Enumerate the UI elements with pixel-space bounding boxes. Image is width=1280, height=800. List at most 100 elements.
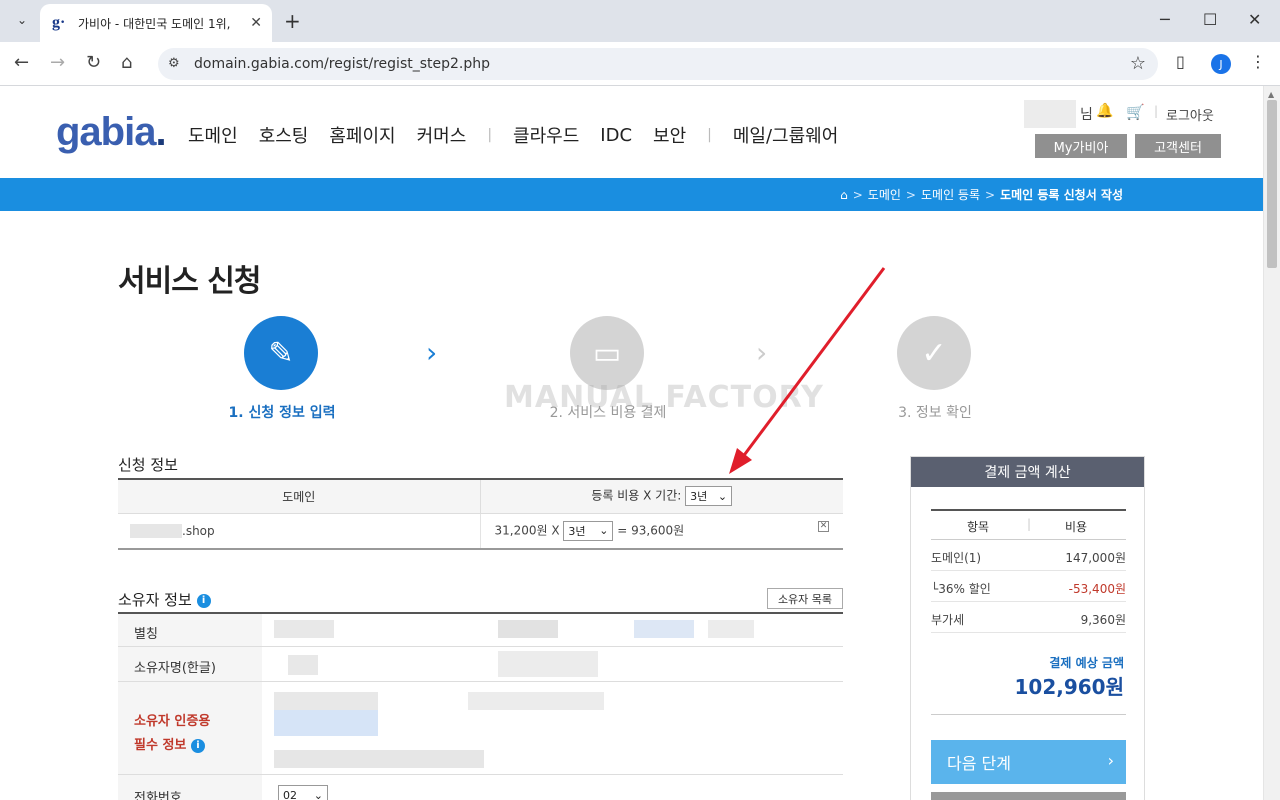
payment-calc-panel: 결제 금액 계산 항목 | 비용 도메인(1) 147,000원 └36% 할인… (910, 456, 1145, 800)
page-scrollbar[interactable]: ▲ (1263, 86, 1280, 800)
logout-link[interactable]: 로그아웃 (1166, 105, 1214, 124)
step1-form-icon: ✎ (244, 316, 318, 390)
gabia-logo[interactable]: gabia. (56, 110, 167, 155)
user-suffix: 님 (1080, 107, 1093, 123)
home-icon[interactable]: ⌂ (121, 52, 132, 73)
browser-tab[interactable]: g· 가비아 - 대한민국 도메인 1위, ✕ (40, 4, 272, 42)
side-panel-icon[interactable]: ▯ (1176, 52, 1185, 71)
calc-item-value: 147,000원 (1065, 551, 1126, 565)
breadcrumb-current: 도메인 등록 신청서 작성 (1000, 188, 1123, 202)
period-select[interactable]: 3년 ⌄ (563, 520, 614, 541)
reload-icon[interactable]: ↻ (86, 52, 101, 73)
nav-homepage[interactable]: 홈페이지 (329, 122, 395, 148)
util-divider: | (1154, 104, 1159, 118)
nav-domain[interactable]: 도메인 (188, 122, 238, 148)
gabia-favicon-icon: g· (52, 14, 66, 31)
total-label: 결제 예상 금액 (1049, 656, 1124, 670)
auth-blurred (274, 710, 378, 736)
maximize-icon[interactable]: ☐ (1203, 10, 1217, 29)
annotation-arrow-head (729, 448, 752, 474)
profile-avatar[interactable]: J (1211, 54, 1231, 74)
info-icon[interactable]: i (190, 738, 205, 753)
calc-divider (931, 714, 1126, 715)
url-text[interactable]: domain.gabia.com/regist/regist_step2.php (194, 56, 490, 72)
nav-idc[interactable]: IDC (600, 125, 632, 146)
close-window-icon[interactable]: ✕ (1248, 10, 1261, 29)
calc-header-row: 항목 | 비용 (931, 509, 1126, 540)
breadcrumb-separator: > (905, 187, 916, 202)
my-gabia-button[interactable]: My가비아 (1035, 134, 1127, 158)
step1-label: 1. 신청 정보 입력 (228, 405, 336, 421)
tab-title: 가비아 - 대한민국 도메인 1위, (78, 16, 231, 31)
menu-kebab-icon[interactable]: ⋮ (1250, 52, 1266, 71)
browser-toolbar: ← → ↻ ⌂ ⚙ domain.gabia.com/regist/regist… (0, 42, 1280, 86)
next-step-button[interactable]: 다음 단계 › (931, 740, 1126, 784)
nav-divider: | (707, 127, 712, 143)
info-icon[interactable]: i (196, 593, 211, 608)
close-tab-icon[interactable]: ✕ (250, 15, 262, 31)
chevron-down-icon: ⌄ (599, 524, 609, 538)
address-bar[interactable]: ⚙ domain.gabia.com/regist/regist_step2.p… (158, 48, 1158, 80)
breadcrumb-separator: > (852, 187, 863, 202)
col-fee-label: 등록 비용 X 기간: (591, 488, 682, 503)
nav-divider: | (487, 127, 493, 143)
user-util-bar: 님 🔔 🛒 | 로그아웃 (1022, 100, 1222, 130)
nav-mail-groupware[interactable]: 메일/그룹웨어 (733, 122, 838, 148)
site-info-icon[interactable]: ⚙ (168, 56, 180, 71)
minimize-icon[interactable]: ─ (1160, 10, 1170, 29)
step-arrow-icon: › (756, 336, 768, 369)
calc-col-divider: | (1027, 517, 1032, 531)
auth-blurred (274, 750, 484, 768)
bookmark-star-icon[interactable]: ☆ (1130, 53, 1146, 74)
owner-row-alias: 별칭 (118, 614, 843, 647)
phone-prefix-select[interactable]: 02 ⌄ (278, 785, 328, 800)
owner-form: 별칭 소유자명(한글) 소유자 인증용 필수 정보 i 전화번호 02 ⌄ (118, 612, 843, 800)
owner-list-button[interactable]: 소유자 목록 (767, 588, 843, 609)
forward-icon[interactable]: → (50, 52, 65, 73)
alias-blurred (708, 620, 754, 638)
step3-label: 3. 정보 확인 (898, 405, 972, 421)
nav-security[interactable]: 보안 (653, 122, 686, 148)
calc-discount-value: -53,400원 (1068, 582, 1126, 596)
owner-title-text: 소유자 정보 (118, 591, 192, 609)
global-nav: 도메인 호스팅 홈페이지 커머스 | 클라우드 IDC 보안 | 메일/그룹웨어 (188, 122, 859, 148)
nav-cloud[interactable]: 클라우드 (513, 122, 579, 148)
scroll-thumb[interactable] (1267, 100, 1277, 268)
period-value: 3년 (568, 524, 586, 538)
chevron-down-icon: ⌄ (313, 788, 323, 800)
owner-name-blurred (288, 655, 318, 675)
chevron-right-icon: › (1107, 751, 1114, 770)
cart-icon[interactable]: 🛒 (1126, 103, 1145, 121)
nav-hosting[interactable]: 호스팅 (259, 122, 309, 148)
remove-domain-icon[interactable]: ✕ (818, 520, 829, 532)
chevron-down-icon: ⌄ (717, 489, 728, 503)
new-tab-button[interactable]: + (284, 9, 301, 33)
domain-suffix: .shop (182, 523, 215, 538)
auth-label-line1: 소유자 인증용 (134, 714, 211, 729)
period-all-value: 3년 (690, 490, 708, 504)
alias-blurred (634, 620, 694, 638)
breadcrumb-domain[interactable]: 도메인 (868, 186, 901, 203)
nav-commerce[interactable]: 커머스 (417, 122, 467, 148)
back-icon[interactable]: ← (14, 52, 29, 73)
calc-row: 부가세 9,360원 (931, 602, 1126, 633)
calc-item-label: 도메인(1) (931, 551, 982, 565)
breadcrumb-bar: ⌂ > 도메인 > 도메인 등록 > 도메인 등록 신청서 작성 (0, 178, 1263, 211)
scroll-up-icon[interactable]: ▲ (1268, 90, 1274, 99)
tab-search-dropdown-icon[interactable]: ⌄ (10, 8, 34, 32)
phone-label: 전화번호 (118, 775, 262, 800)
secondary-button[interactable] (931, 792, 1126, 800)
home-icon[interactable]: ⌂ (840, 188, 848, 202)
col-domain: 도메인 (118, 479, 481, 514)
owner-name-label: 소유자명(한글) (118, 647, 262, 681)
calc-title: 결제 금액 계산 (911, 457, 1144, 487)
logo-text: gabia (56, 110, 156, 154)
watermark: MANUAL FACTORY (504, 380, 824, 415)
customer-center-button[interactable]: 고객센터 (1135, 134, 1221, 158)
step-arrow-icon: › (426, 336, 438, 369)
breadcrumb-domain-regist[interactable]: 도메인 등록 (921, 186, 980, 203)
bell-icon[interactable]: 🔔 (1096, 103, 1113, 119)
period-all-select[interactable]: 3년 ⌄ (685, 486, 733, 507)
calc-col-item: 항목 (967, 520, 990, 534)
owner-name-blurred (498, 651, 598, 677)
